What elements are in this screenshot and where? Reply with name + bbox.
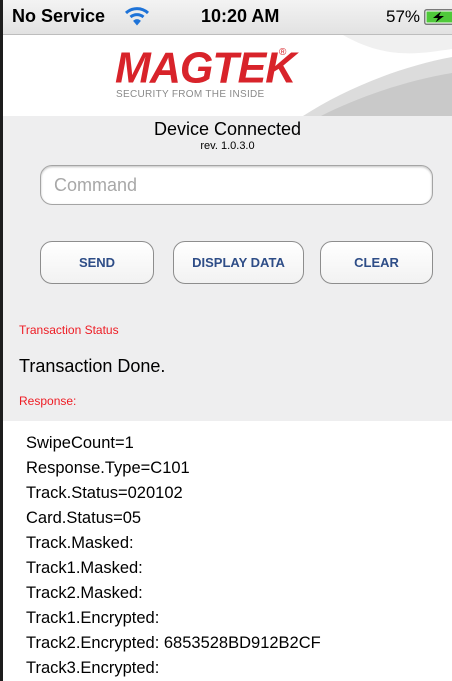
battery-percent: 57%: [386, 7, 421, 26]
response-label: Response:: [19, 394, 77, 408]
control-panel: Device Connected rev. 1.0.3.0 SEND DISPL…: [3, 116, 452, 421]
transaction-status-label: Transaction Status: [19, 323, 119, 337]
battery-charging-icon: [424, 9, 452, 25]
registered-mark: ®: [279, 47, 287, 58]
clear-button[interactable]: CLEAR: [320, 241, 433, 284]
response-line: Track1.Masked:: [26, 559, 143, 577]
brand-tagline: SECURITY FROM THE INSIDE: [116, 89, 265, 100]
display-data-button[interactable]: DISPLAY DATA: [173, 241, 304, 284]
wifi-icon: [124, 7, 150, 26]
device-status: Device Connected: [153, 119, 302, 139]
response-line: Track2.Encrypted: 6853528BD912B2CF: [26, 634, 321, 652]
carrier-label: No Service: [12, 6, 106, 26]
clock: 10:20 AM: [201, 6, 280, 26]
status-bar: No Service 10:20 AM 57%: [3, 0, 452, 35]
transaction-status-value: Transaction Done.: [19, 356, 166, 376]
response-line: Track1.Encrypted:: [26, 609, 160, 627]
app-header: MAGTEK ® SECURITY FROM THE INSIDE: [3, 35, 452, 116]
brand-logo: MAGTEK: [115, 43, 296, 93]
response-line: Response.Type=C101: [26, 459, 190, 477]
response-line: Track2.Masked:: [26, 584, 143, 602]
response-line: Track.Status=020102: [26, 484, 183, 502]
send-button[interactable]: SEND: [40, 241, 154, 284]
revision-label: rev. 1.0.3.0: [200, 140, 255, 152]
response-text-area[interactable]: SwipeCount=1 Response.Type=C101 Track.St…: [3, 421, 452, 681]
command-input[interactable]: [40, 165, 433, 205]
response-line: Track3.Encrypted:: [26, 659, 160, 677]
response-line: Track.Masked:: [26, 534, 134, 552]
response-line: Card.Status=05: [26, 509, 142, 527]
response-line: SwipeCount=1: [26, 434, 134, 452]
